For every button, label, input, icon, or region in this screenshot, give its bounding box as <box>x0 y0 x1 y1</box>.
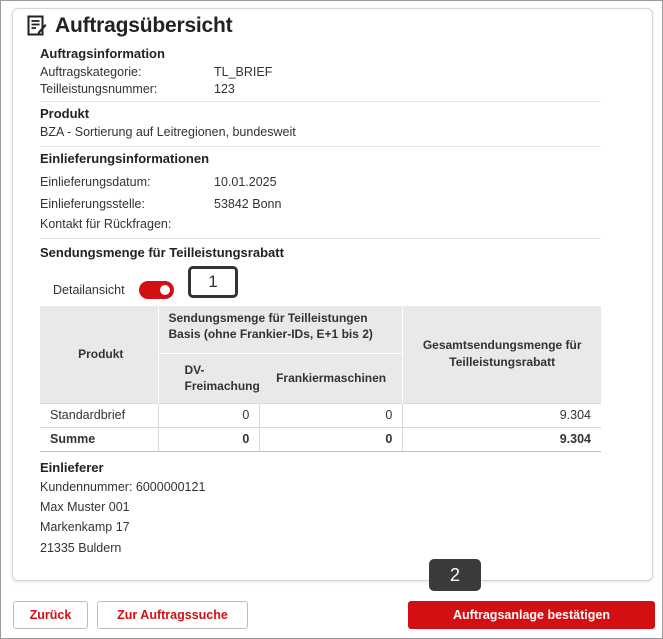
divider <box>40 101 601 102</box>
detailansicht-toggle-row: Detailansicht <box>53 281 174 299</box>
title-row: Auftragsübersicht <box>27 14 233 38</box>
einlieferungsinformationen-heading: Einlieferungsinformationen <box>40 151 210 166</box>
kundennummer: Kundennummer: 6000000121 <box>40 480 206 494</box>
produkt-description: BZA - Sortierung auf Leitregionen, bunde… <box>40 125 296 139</box>
divider <box>40 146 601 147</box>
cell-dv: 0 <box>157 402 260 427</box>
auftragssuche-button[interactable]: Zur Auftragssuche <box>97 601 248 629</box>
einlieferer-street: Markenkamp 17 <box>40 520 130 534</box>
column-header-gesamtsendungsmenge: Gesamtsendungsmenge für Teilleistungsrab… <box>402 306 601 403</box>
column-header-total-line1: Gesamtsendungsmenge für <box>422 338 582 353</box>
cell-sum-dv: 0 <box>157 426 260 452</box>
column-header-dv-freimachung: DV- Freimachung <box>157 353 260 403</box>
table-row: Standardbrief 0 0 9.304 <box>40 402 601 427</box>
document-edit-icon <box>27 15 47 36</box>
step-badge-2: 2 <box>429 559 481 591</box>
column-header-frankiermaschinen: Frankiermaschinen <box>259 353 403 403</box>
einlieferungsstelle-label: Einlieferungsstelle: <box>40 197 145 211</box>
page-title: Auftragsübersicht <box>55 14 233 37</box>
column-header-dv-line1: DV- <box>184 363 205 377</box>
auftragskategorie-value: TL_BRIEF <box>214 65 273 79</box>
kontakt-label: Kontakt für Rückfragen: <box>40 217 172 231</box>
einlieferungsstelle-value: 53842 Bonn <box>214 197 282 211</box>
cell-total: 9.304 <box>402 402 601 427</box>
toggle-knob <box>159 285 170 295</box>
einlieferungsdatum-label: Einlieferungsdatum: <box>40 175 151 189</box>
back-button[interactable]: Zurück <box>13 601 88 629</box>
einlieferer-heading: Einlieferer <box>40 460 104 475</box>
table-sum-row: Summe 0 0 9.304 <box>40 426 601 452</box>
column-header-dv-line2: Freimachung <box>184 379 260 393</box>
einlieferer-city: 21335 Buldern <box>40 541 122 555</box>
confirm-order-button[interactable]: Auftragsanlage bestätigen <box>408 601 655 629</box>
column-header-total-line2: Teilleistungsrabatt <box>449 355 556 370</box>
sendungsmenge-table: Produkt Sendungsmenge für Teilleistungen… <box>40 306 601 452</box>
detailansicht-label: Detailansicht <box>53 283 125 297</box>
column-group-header-line1: Sendungsmenge für Teilleistungen <box>168 311 368 325</box>
cell-sum-total: 9.304 <box>402 426 601 452</box>
divider <box>40 238 601 239</box>
column-header-produkt: Produkt <box>40 306 158 403</box>
auftragskategorie-label: Auftragskategorie: <box>40 65 142 79</box>
cell-sum-label: Summe <box>40 426 158 452</box>
produkt-heading: Produkt <box>40 106 90 121</box>
sendungsmenge-heading: Sendungsmenge für Teilleistungsrabatt <box>40 245 284 260</box>
column-group-header-teilleistungen: Sendungsmenge für Teilleistungen Basis (… <box>157 306 403 354</box>
cell-fm: 0 <box>259 402 403 427</box>
teilleistungsnummer-value: 123 <box>214 82 235 96</box>
cell-sum-fm: 0 <box>259 426 403 452</box>
einlieferer-name: Max Muster 001 <box>40 500 130 514</box>
column-group-header-line2: Basis (ohne Frankier-IDs, E+1 bis 2) <box>168 327 373 341</box>
cell-produkt: Standardbrief <box>40 402 158 427</box>
einlieferungsdatum-value: 10.01.2025 <box>214 175 277 189</box>
teilleistungsnummer-label: Teilleistungsnummer: <box>40 82 158 96</box>
detailansicht-toggle[interactable] <box>138 281 174 299</box>
step-badge-1: 1 <box>188 266 238 298</box>
auftragsinformation-heading: Auftragsinformation <box>40 46 165 61</box>
